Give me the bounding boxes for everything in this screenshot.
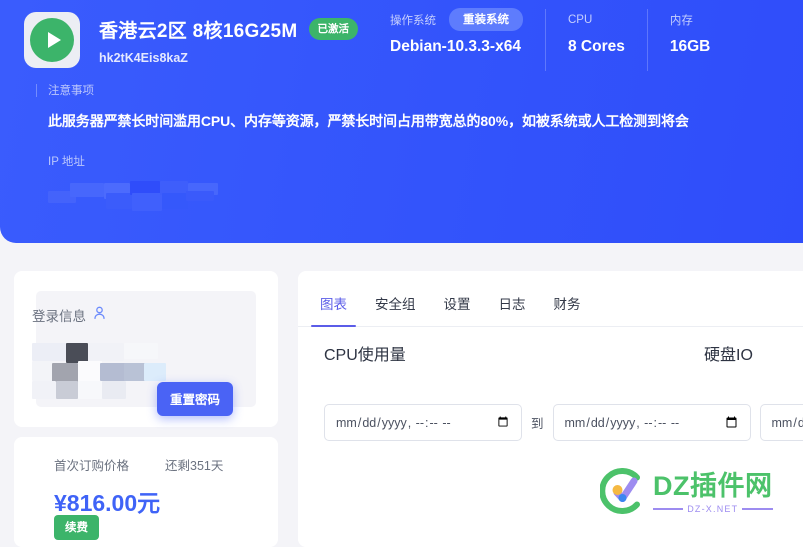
notice-divider	[36, 84, 37, 97]
end-datetime-input[interactable]	[552, 404, 751, 441]
spec-cpu: CPU 8 Cores	[545, 9, 647, 71]
disk-io-start-datetime-input[interactable]	[759, 404, 803, 441]
spec-cpu-value: 8 Cores	[568, 38, 625, 55]
person-icon	[93, 306, 106, 325]
start-datetime-input[interactable]	[324, 404, 522, 441]
panel-tabs: 图表 安全组 设置 日志 财务	[298, 293, 803, 327]
chart-title-row: CPU使用量 硬盘IO	[324, 341, 803, 365]
spec-memory-value: 16GB	[669, 38, 711, 55]
notice-text: 此服务器严禁长时间滥用CPU、内存等资源，严禁长时间占用带宽总的80%，如被系统…	[48, 113, 689, 129]
notice-label: 注意事项	[48, 85, 94, 97]
date-range-row: 到	[324, 404, 803, 441]
price-card: 首次订购价格 还剩351天 ¥816.00元 续费	[14, 437, 278, 547]
spec-os-value: Debian-10.3.3-x64	[390, 38, 521, 55]
tab-security-group[interactable]: 安全组	[375, 293, 416, 326]
server-name: 香港云2区 8核16G25M	[99, 20, 298, 42]
spec-memory: 内存 16GB	[646, 9, 733, 71]
renew-button[interactable]: 续费	[54, 515, 99, 540]
tab-finance[interactable]: 财务	[554, 293, 581, 326]
tab-settings[interactable]: 设置	[444, 293, 471, 326]
reset-password-button[interactable]: 重置密码	[157, 382, 234, 416]
disk-io-title: 硬盘IO	[704, 347, 753, 364]
reinstall-system-button[interactable]: 重装系统	[449, 8, 523, 31]
server-title-block: 香港云2区 8核16G25M 已激活 hk2tK4Eis8kaZ	[99, 16, 358, 65]
tab-charts[interactable]: 图表	[311, 293, 356, 327]
price-label: 首次订购价格	[54, 459, 130, 473]
tab-logs[interactable]: 日志	[499, 293, 526, 326]
login-info-header: 登录信息	[32, 305, 106, 325]
date-range-separator: 到	[531, 417, 544, 431]
server-power-button[interactable]	[24, 12, 80, 68]
chart-panel: 图表 安全组 设置 日志 财务 CPU使用量 硬盘IO 到	[298, 271, 803, 547]
status-badge: 已激活	[308, 18, 358, 40]
price-amount: ¥816.00元	[54, 490, 161, 516]
server-banner: 香港云2区 8核16G25M 已激活 hk2tK4Eis8kaZ 操作系统 重装…	[0, 0, 803, 243]
ip-address-label: IP 地址	[48, 156, 85, 168]
notice-block: 注意事项 此服务器严禁长时间滥用CPU、内存等资源，严禁长时间占用带宽总的80%…	[36, 82, 803, 131]
spec-os: 操作系统 重装系统 Debian-10.3.3-x64	[380, 8, 545, 71]
ip-address-redacted	[48, 177, 218, 213]
ip-address-block: IP 地址	[48, 153, 218, 213]
login-info-title: 登录信息	[32, 309, 86, 324]
cpu-usage-title: CPU使用量	[324, 347, 406, 364]
spec-cpu-label: CPU	[568, 13, 593, 26]
spec-list: 操作系统 重装系统 Debian-10.3.3-x64 CPU 8 Cores …	[380, 0, 732, 80]
price-header: 首次订购价格 还剩351天	[54, 455, 223, 474]
server-id: hk2tK4Eis8kaZ	[99, 50, 188, 65]
spec-memory-label: 内存	[669, 14, 693, 27]
spec-os-label: 操作系统	[390, 14, 436, 27]
login-info-card: 登录信息	[14, 271, 278, 427]
play-icon	[30, 18, 74, 62]
remaining-days-label: 还剩351天	[165, 459, 224, 473]
